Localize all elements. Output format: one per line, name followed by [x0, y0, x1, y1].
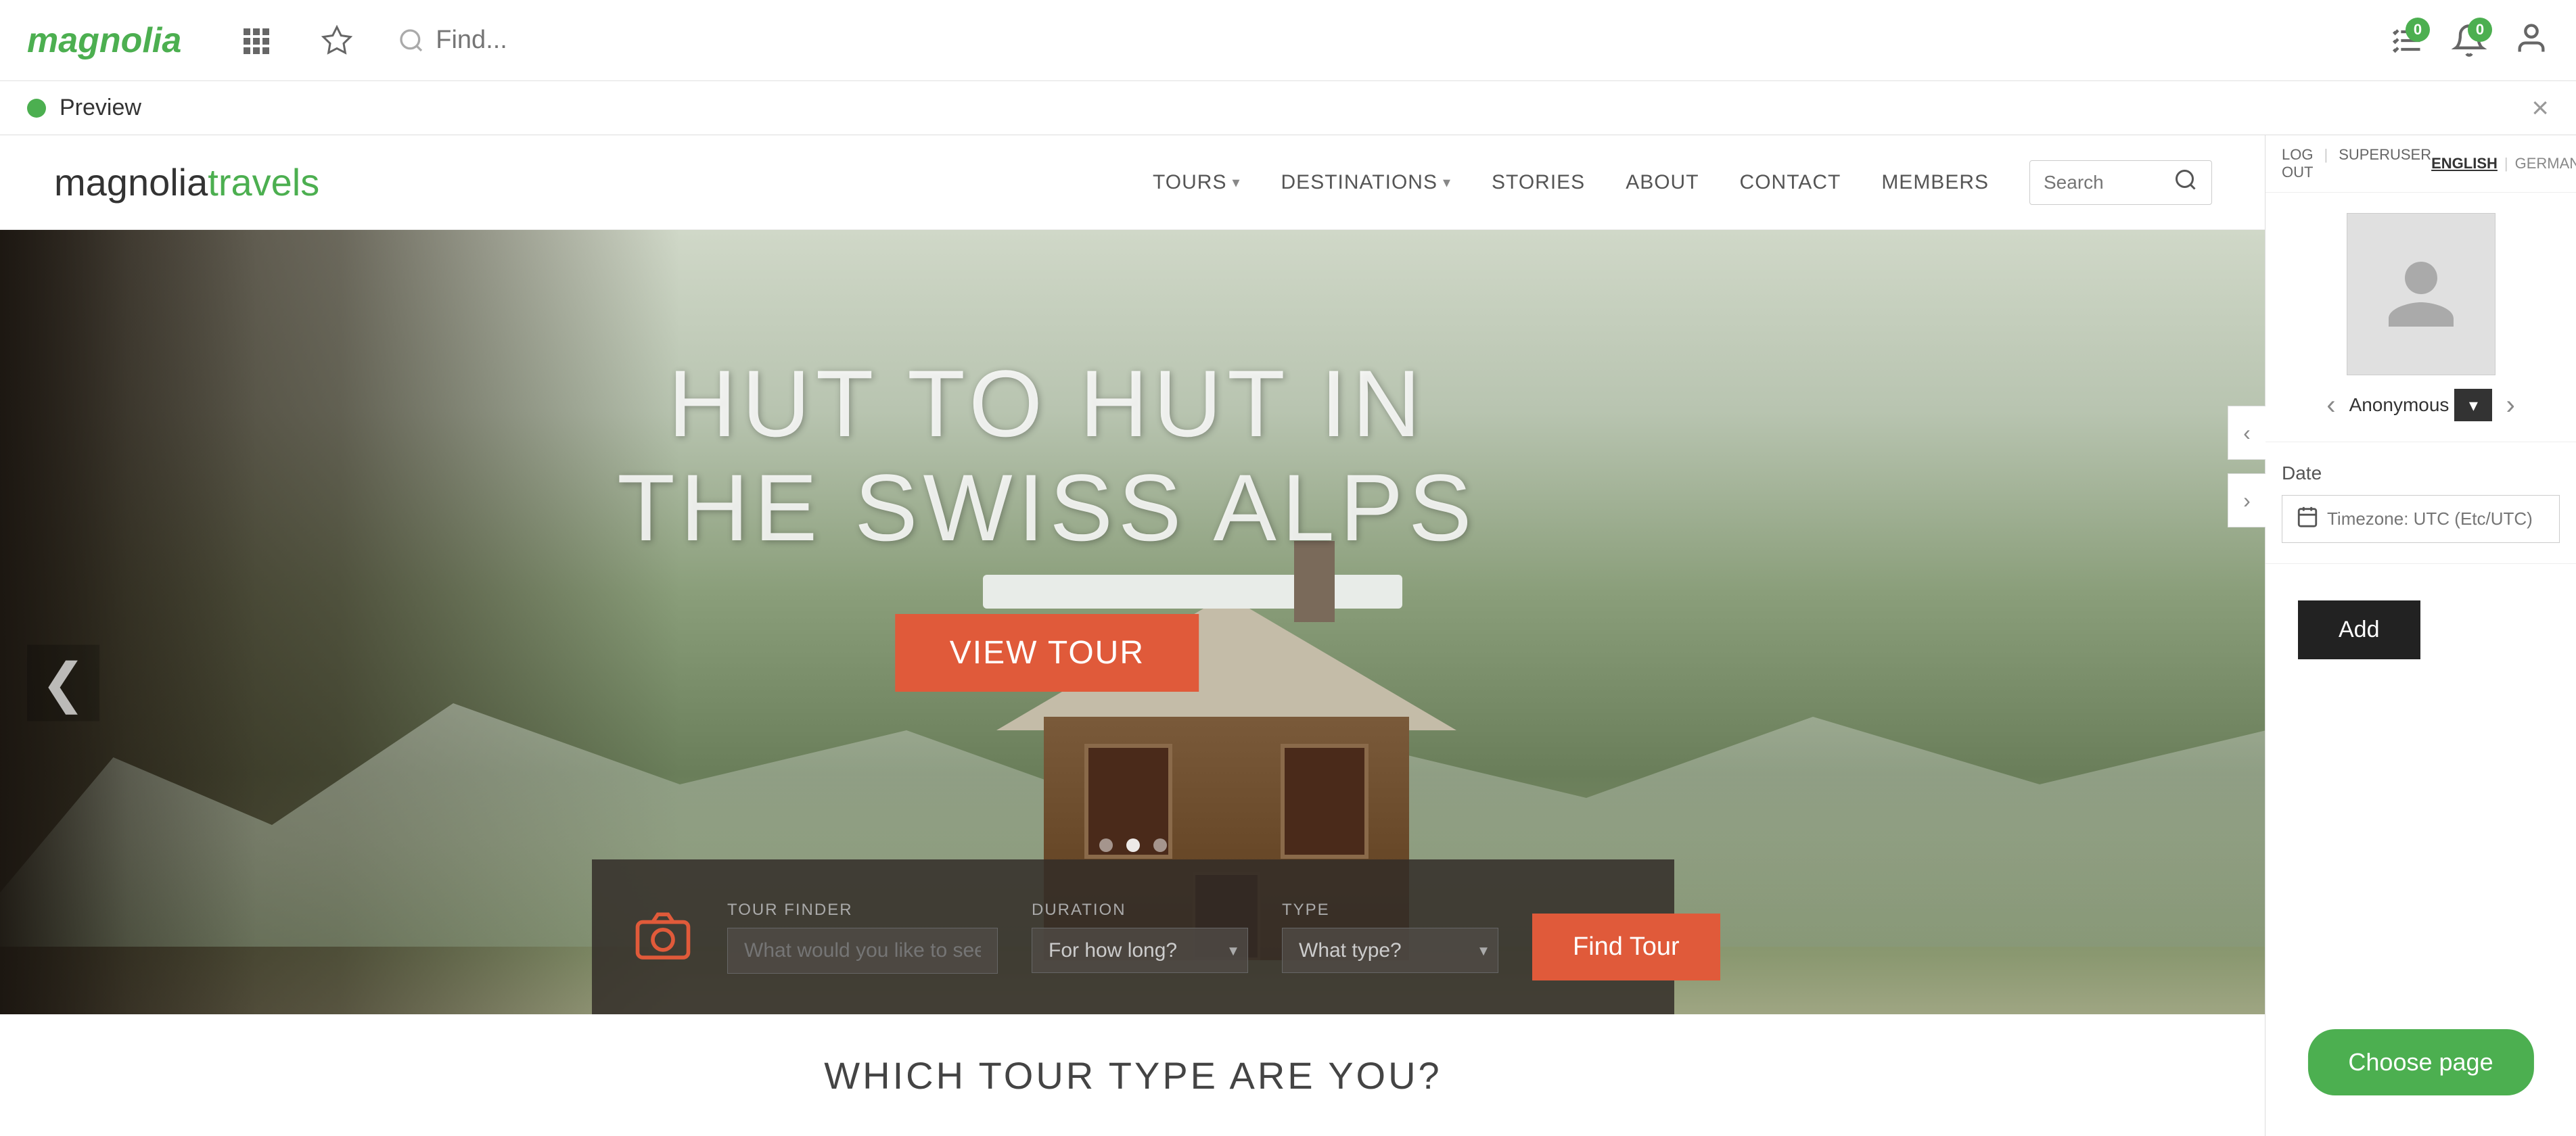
star-icon[interactable] [317, 20, 357, 61]
hero-section: HUT TO HUT IN THE SWISS ALPS View Tour ❮… [0, 230, 2266, 1136]
avatar-nav-row: ‹ Anonymous ▾ › [2279, 389, 2562, 421]
which-tour-section: WHICH TOUR TYPE ARE YOU? [0, 1014, 2266, 1136]
tour-finder-duration-wrapper: For how long? ▾ [1032, 928, 1248, 973]
hero-title: HUT TO HUT IN THE SWISS ALPS [617, 352, 1477, 560]
hero-dot-2[interactable] [1126, 838, 1140, 852]
add-button[interactable]: Add [2298, 600, 2420, 659]
avatar-prev-button[interactable]: ‹ [2313, 390, 2349, 421]
date-label: Date [2282, 463, 2560, 484]
calendar-icon [2296, 505, 2319, 533]
avatar-name-row: Anonymous ▾ [2349, 389, 2493, 421]
top-search-input[interactable] [436, 26, 706, 55]
top-search-bar[interactable] [398, 26, 706, 55]
hero-prev-button[interactable]: ❮ [27, 645, 99, 721]
site-search[interactable] [2029, 160, 2212, 205]
avatar-area: ‹ Anonymous ▾ › [2266, 193, 2576, 442]
camera-icon [632, 907, 693, 968]
tour-finder-type-label: TYPE [1282, 901, 1498, 920]
nav-about[interactable]: ABOUT [1626, 171, 1699, 194]
hero-title-line1: HUT TO HUT IN [617, 352, 1477, 456]
person-silhouette [2380, 254, 2462, 335]
destinations-dropdown-arrow: ▾ [1443, 174, 1451, 191]
tasks-icon[interactable]: 0 [2389, 23, 2424, 58]
user-icon[interactable] [2514, 21, 2549, 60]
date-input[interactable] [2327, 508, 2554, 529]
avatar-image [2347, 213, 2496, 375]
date-input-row[interactable] [2282, 495, 2560, 543]
panel-right-arrow[interactable]: › [2228, 473, 2266, 527]
hero-dot-3[interactable] [1153, 838, 1167, 852]
hero-title-line2: THE SWISS ALPS [617, 456, 1477, 560]
panel-left-arrow[interactable]: ‹ [2228, 406, 2266, 460]
avatar-next-button[interactable]: › [2492, 390, 2528, 421]
magnolia-logo: magnolia [27, 20, 181, 61]
find-tour-button[interactable]: Find Tour [1532, 914, 1720, 980]
hero-dot-1[interactable] [1099, 838, 1113, 852]
site-search-input[interactable] [2044, 172, 2165, 193]
nav-tours[interactable]: TOURS ▾ [1153, 171, 1241, 194]
top-bar-icons [235, 20, 357, 61]
avatar-dropdown-button[interactable]: ▾ [2454, 389, 2492, 421]
notifications-icon[interactable]: 0 [2452, 23, 2487, 58]
date-area: Date [2266, 442, 2576, 564]
preview-bar: Preview × [0, 81, 2576, 135]
site-logo-first: magnolia [54, 161, 208, 204]
tour-finder-what-field: TOUR FINDER [727, 901, 998, 974]
notifications-badge: 0 [2468, 18, 2492, 42]
superuser-link[interactable]: SUPERUSER [2339, 146, 2431, 181]
preview-close-button[interactable]: × [2531, 91, 2549, 125]
site-nav: magnoliatravels TOURS ▾ DESTINATIONS ▾ S… [0, 135, 2266, 230]
chalet-window-right [1281, 744, 1368, 859]
tour-finder: TOUR FINDER DURATION For how long? ▾ TYP… [592, 859, 1674, 1014]
avatar-name: Anonymous [2349, 394, 2450, 416]
site-logo: magnoliatravels [54, 160, 319, 204]
lang-english[interactable]: ENGLISH [2431, 155, 2498, 172]
grid-icon[interactable] [235, 20, 276, 61]
tour-finder-icon-area [632, 907, 693, 968]
panel-lang-area: ENGLISH | GERMAN [2431, 155, 2576, 172]
nav-destinations[interactable]: DESTINATIONS ▾ [1281, 171, 1452, 194]
tour-finder-label: TOUR FINDER [727, 901, 998, 920]
panel-auth-links: LOG OUT | SUPERUSER [2282, 146, 2431, 181]
preview-dot [27, 99, 46, 118]
website-area: magnoliatravels TOURS ▾ DESTINATIONS ▾ S… [0, 135, 2266, 1136]
nav-stories[interactable]: STORIES [1492, 171, 1585, 194]
tasks-badge: 0 [2406, 18, 2430, 42]
logo-text: magnolia [27, 20, 181, 61]
nav-contact[interactable]: CONTACT [1740, 171, 1841, 194]
tour-finder-duration-select[interactable]: For how long? [1032, 928, 1248, 973]
top-bar-right: 0 0 [2389, 21, 2549, 60]
choose-page-button[interactable]: Choose page [2307, 1029, 2533, 1095]
tours-dropdown-arrow: ▾ [1232, 174, 1240, 191]
tour-finder-type-select[interactable]: What type? [1282, 928, 1498, 973]
panel-util-bar: LOG OUT | SUPERUSER ENGLISH | GERMAN ABO… [2266, 135, 2576, 193]
tour-finder-duration-label: DURATION [1032, 901, 1248, 920]
top-bar: magnolia 0 0 [0, 0, 2576, 81]
preview-label: Preview [60, 95, 141, 121]
lang-german[interactable]: GERMAN [2515, 155, 2576, 172]
view-tour-button[interactable]: View Tour [896, 614, 1199, 692]
tour-finder-duration-field: DURATION For how long? ▾ [1032, 901, 1248, 973]
lang-sep: | [2504, 155, 2508, 172]
hero-dots [1099, 838, 1167, 852]
site-search-button[interactable] [2174, 168, 2198, 197]
tour-finder-type-field: TYPE What type? ▾ [1282, 901, 1498, 973]
site-nav-links: TOURS ▾ DESTINATIONS ▾ STORIES ABOUT CON… [1153, 160, 2212, 205]
tour-finder-type-wrapper: What type? ▾ [1282, 928, 1498, 973]
site-logo-second: travels [208, 161, 319, 204]
add-button-area: Add [2266, 564, 2576, 696]
which-tour-title: WHICH TOUR TYPE ARE YOU? [824, 1054, 1442, 1097]
nav-members[interactable]: MEMBERS [1881, 171, 1989, 194]
log-out-link[interactable]: LOG OUT [2282, 146, 2313, 181]
tour-finder-what-input[interactable] [727, 928, 998, 974]
auth-separator: | [2324, 146, 2328, 181]
hero-content: HUT TO HUT IN THE SWISS ALPS View Tour [617, 352, 1477, 692]
right-panel: ‹ › LOG OUT | SUPERUSER ENGLISH | GERMAN… [2265, 135, 2576, 1136]
